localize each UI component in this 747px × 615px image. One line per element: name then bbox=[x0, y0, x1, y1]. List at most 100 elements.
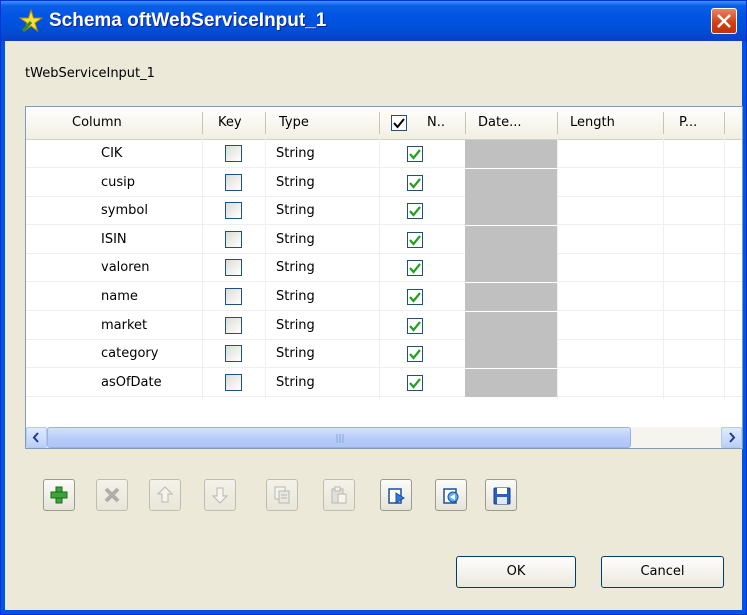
column-divider[interactable] bbox=[202, 112, 203, 134]
type-cell[interactable]: String bbox=[276, 254, 315, 282]
add-row-button[interactable] bbox=[43, 479, 75, 511]
type-cell[interactable]: String bbox=[276, 226, 315, 254]
table-row[interactable]: cusip String bbox=[26, 168, 742, 197]
wand-icon bbox=[19, 9, 43, 33]
key-checkbox[interactable] bbox=[225, 316, 242, 334]
column-name-cell[interactable]: market bbox=[101, 312, 147, 340]
column-divider[interactable] bbox=[379, 112, 380, 134]
key-checkbox[interactable] bbox=[225, 373, 242, 391]
check-icon bbox=[393, 118, 405, 129]
table-row[interactable]: ISIN String bbox=[26, 225, 742, 254]
check-icon bbox=[409, 292, 421, 303]
type-cell[interactable]: String bbox=[276, 340, 315, 368]
date-pattern-cell bbox=[465, 340, 557, 369]
add-icon bbox=[50, 486, 68, 504]
column-name-cell[interactable]: name bbox=[101, 283, 138, 311]
key-checkbox[interactable] bbox=[225, 288, 242, 305]
type-cell[interactable]: String bbox=[276, 283, 315, 311]
import-button[interactable] bbox=[380, 479, 412, 511]
nullable-checkbox[interactable] bbox=[407, 374, 423, 391]
select-all-checkbox[interactable] bbox=[391, 115, 407, 131]
move-up-button[interactable] bbox=[149, 479, 181, 511]
check-icon bbox=[409, 263, 421, 275]
nullable-checkbox[interactable] bbox=[407, 146, 423, 162]
window-frame bbox=[1, 610, 746, 614]
column-name-cell[interactable]: valoren bbox=[101, 254, 150, 282]
column-name-cell[interactable]: CIK bbox=[101, 140, 122, 168]
table-row[interactable]: valoren String bbox=[26, 254, 742, 283]
nullable-checkbox[interactable] bbox=[407, 174, 423, 191]
window-title: Schema oftWebServiceInput_1 bbox=[49, 10, 327, 31]
title-bar[interactable]: Schema oftWebServiceInput_1 bbox=[1, 1, 746, 41]
date-pattern-cell bbox=[465, 368, 557, 397]
column-header-key[interactable]: Key bbox=[212, 107, 266, 139]
move-down-button[interactable] bbox=[204, 479, 236, 511]
arrow-right-icon bbox=[729, 432, 736, 443]
table-row[interactable]: market String bbox=[26, 311, 742, 340]
copy-button[interactable] bbox=[266, 479, 298, 511]
close-button[interactable] bbox=[711, 8, 737, 34]
schema-table: Column Key Type N.. Date... Length P... bbox=[25, 106, 743, 449]
nullable-checkbox[interactable] bbox=[407, 231, 423, 248]
column-header-nullable[interactable]: N.. bbox=[381, 107, 465, 139]
column-divider[interactable] bbox=[465, 112, 466, 134]
column-name-cell[interactable]: category bbox=[101, 340, 158, 368]
column-header-nullable-label: N.. bbox=[427, 115, 445, 130]
check-icon bbox=[409, 320, 421, 332]
column-name-cell[interactable]: symbol bbox=[101, 197, 148, 225]
save-button[interactable] bbox=[485, 479, 517, 511]
column-divider[interactable] bbox=[265, 112, 266, 134]
nullable-checkbox[interactable] bbox=[407, 260, 423, 277]
column-divider[interactable] bbox=[724, 112, 725, 134]
table-row[interactable]: name String bbox=[26, 283, 742, 311]
nullable-checkbox[interactable] bbox=[407, 289, 423, 305]
export-button[interactable] bbox=[435, 479, 467, 511]
paste-button[interactable] bbox=[323, 479, 355, 511]
arrow-left-icon bbox=[32, 432, 39, 443]
date-pattern-cell bbox=[465, 254, 557, 283]
scroll-left-button[interactable] bbox=[26, 427, 47, 448]
type-cell[interactable]: String bbox=[276, 140, 315, 168]
nullable-checkbox[interactable] bbox=[407, 317, 423, 334]
type-cell[interactable]: String bbox=[276, 312, 315, 340]
table-row[interactable]: asOfDate String bbox=[26, 368, 742, 397]
key-checkbox[interactable] bbox=[225, 259, 242, 277]
delete-row-button[interactable] bbox=[96, 479, 128, 511]
column-header-column[interactable]: Column bbox=[66, 107, 202, 139]
table-row[interactable]: category String bbox=[26, 340, 742, 369]
column-gridline bbox=[265, 139, 266, 399]
grip-icon bbox=[336, 434, 344, 443]
import-icon bbox=[388, 488, 405, 504]
key-checkbox[interactable] bbox=[225, 345, 242, 363]
schema-name-label: tWebServiceInput_1 bbox=[25, 66, 155, 81]
column-divider[interactable] bbox=[663, 112, 664, 134]
key-checkbox[interactable] bbox=[225, 230, 242, 248]
table-row[interactable]: CIK String bbox=[26, 140, 742, 168]
cancel-button[interactable]: Cancel bbox=[601, 556, 724, 588]
check-icon bbox=[409, 378, 421, 389]
key-checkbox[interactable] bbox=[225, 202, 242, 220]
column-name-cell[interactable]: ISIN bbox=[101, 226, 127, 254]
nullable-checkbox[interactable] bbox=[407, 346, 423, 363]
nullable-checkbox[interactable] bbox=[407, 203, 423, 220]
type-cell[interactable]: String bbox=[276, 197, 315, 225]
table-header: Column Key Type N.. Date... Length P... bbox=[26, 107, 742, 140]
column-name-cell[interactable]: asOfDate bbox=[101, 369, 162, 397]
column-divider[interactable] bbox=[557, 112, 558, 134]
ok-button[interactable]: OK bbox=[456, 556, 576, 588]
key-checkbox[interactable] bbox=[225, 173, 242, 191]
type-cell[interactable]: String bbox=[276, 369, 315, 397]
scroll-right-button[interactable] bbox=[721, 427, 742, 448]
date-pattern-cell bbox=[465, 225, 557, 254]
column-header-date-pattern[interactable]: Date... bbox=[472, 107, 558, 139]
scroll-thumb[interactable] bbox=[47, 427, 631, 448]
horizontal-scrollbar[interactable] bbox=[26, 427, 742, 448]
column-header-type[interactable]: Type bbox=[273, 107, 383, 139]
column-name-cell[interactable]: cusip bbox=[101, 169, 135, 197]
check-icon bbox=[409, 177, 421, 189]
key-checkbox[interactable] bbox=[225, 145, 242, 162]
close-icon bbox=[717, 14, 731, 28]
column-header-length[interactable]: Length bbox=[564, 107, 664, 139]
type-cell[interactable]: String bbox=[276, 169, 315, 197]
table-row[interactable]: symbol String bbox=[26, 197, 742, 226]
